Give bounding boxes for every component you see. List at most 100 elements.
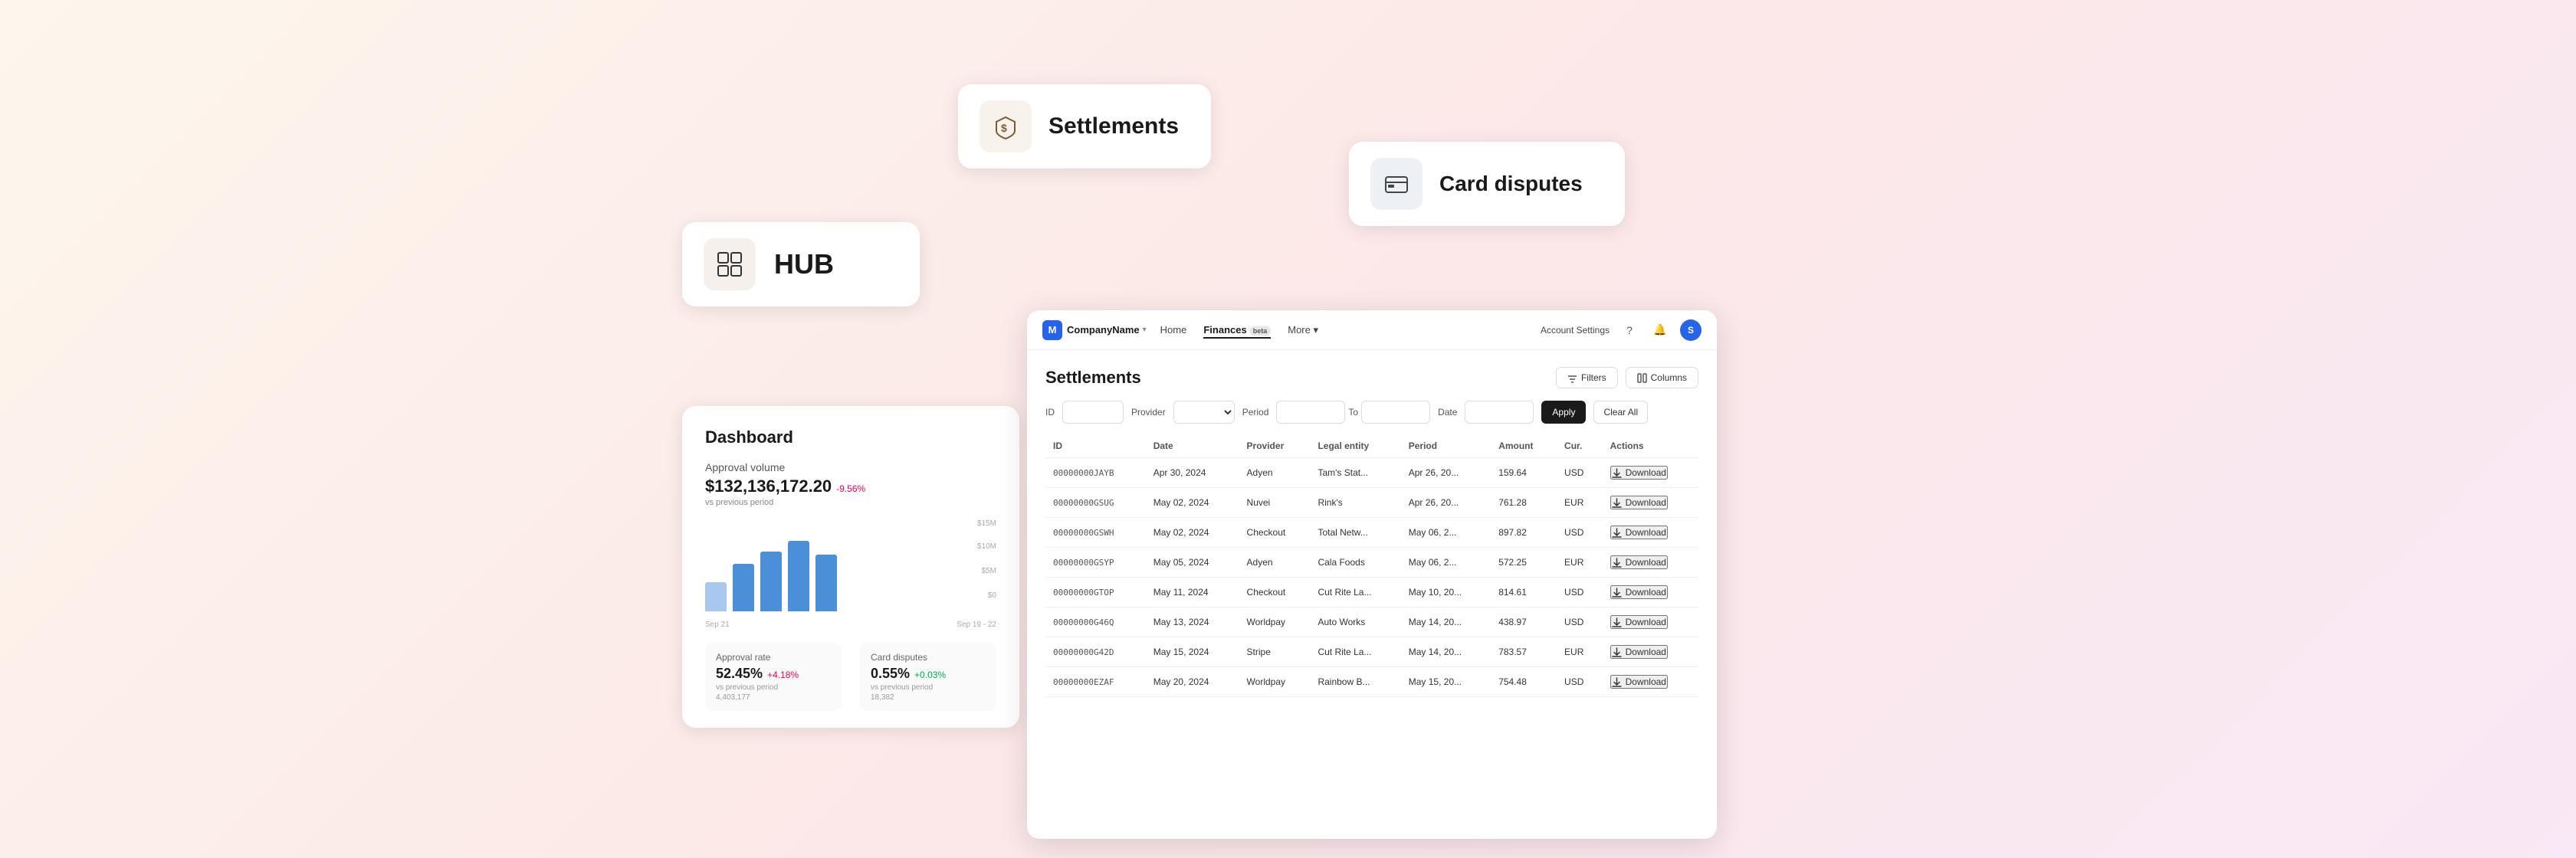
- download-button[interactable]: Download: [1610, 675, 1668, 689]
- columns-button[interactable]: Columns: [1626, 367, 1698, 388]
- download-icon: [1612, 588, 1622, 598]
- download-button[interactable]: Download: [1610, 645, 1668, 659]
- clear-button[interactable]: Clear All: [1593, 401, 1648, 424]
- settlements-table: ID Date Provider Legal entity Period Amo…: [1045, 434, 1698, 697]
- id-filter-input[interactable]: [1062, 401, 1124, 424]
- col-currency: Cur.: [1557, 434, 1603, 458]
- date-filter-label: Date: [1438, 407, 1457, 418]
- cell-id: 00000000GSUG: [1045, 488, 1146, 518]
- bar-chart: [705, 519, 996, 611]
- nav-home[interactable]: Home: [1160, 321, 1187, 339]
- cell-currency: EUR: [1557, 548, 1603, 578]
- account-settings-link[interactable]: Account Settings: [1541, 325, 1610, 336]
- cell-period: Apr 26, 20...: [1401, 488, 1491, 518]
- download-label: Download: [1626, 467, 1666, 478]
- disputes-feature-label: Card disputes: [1439, 172, 1583, 196]
- cell-provider: Adyen: [1239, 548, 1311, 578]
- period-end-input[interactable]: [1361, 401, 1430, 424]
- cell-amount: 159.64: [1491, 458, 1557, 488]
- cell-amount: 783.57: [1491, 637, 1557, 667]
- hub-card[interactable]: HUB: [682, 222, 920, 306]
- download-icon: [1612, 677, 1622, 687]
- cell-amount: 897.82: [1491, 518, 1557, 548]
- approval-rate-count: 4,403,177: [716, 693, 831, 702]
- table-row: 00000000JAYB Apr 30, 2024 Adyen Tam's St…: [1045, 458, 1698, 488]
- col-period: Period: [1401, 434, 1491, 458]
- cell-legal: Rainbow B...: [1310, 667, 1400, 697]
- cell-currency: EUR: [1557, 488, 1603, 518]
- cell-provider: Nuvei: [1239, 488, 1311, 518]
- cell-id: 00000000G46Q: [1045, 607, 1146, 637]
- download-button[interactable]: Download: [1610, 555, 1668, 569]
- date-filter-input[interactable]: [1465, 401, 1534, 424]
- bar-4: [788, 541, 809, 611]
- card-disputes-count: 18,382: [871, 693, 986, 702]
- bell-icon-btn[interactable]: 🔔: [1649, 319, 1671, 341]
- hub-icon-box: [704, 238, 756, 290]
- nav-finances[interactable]: Financesbeta: [1203, 321, 1271, 339]
- nav-logo: M: [1042, 320, 1062, 340]
- provider-filter-select[interactable]: [1173, 401, 1235, 424]
- table-row: 00000000GSUG May 02, 2024 Nuvei Rink's A…: [1045, 488, 1698, 518]
- table-row: 00000000GTOP May 11, 2024 Checkout Cut R…: [1045, 578, 1698, 607]
- cell-amount: 754.48: [1491, 667, 1557, 697]
- chart-x-labels: Sep 21 Sep 19 - 22: [705, 621, 996, 629]
- period-start-input[interactable]: [1276, 401, 1345, 424]
- download-label: Download: [1626, 676, 1666, 687]
- filter-icon: [1567, 373, 1577, 383]
- table-row: 00000000G46Q May 13, 2024 Worldpay Auto …: [1045, 607, 1698, 637]
- help-icon-btn[interactable]: ?: [1619, 319, 1640, 341]
- card-disputes-metric: Card disputes 0.55% +0.03% vs previous p…: [860, 643, 996, 711]
- cell-amount: 814.61: [1491, 578, 1557, 607]
- download-icon: [1612, 558, 1622, 568]
- dashboard-title: Dashboard: [705, 427, 996, 447]
- col-date: Date: [1146, 434, 1239, 458]
- settlements-icon: $: [991, 112, 1020, 141]
- cell-date: May 02, 2024: [1146, 518, 1239, 548]
- approval-rate-change: +4.18%: [767, 670, 799, 680]
- disputes-feature-card[interactable]: Card disputes: [1349, 142, 1625, 226]
- provider-filter-label: Provider: [1131, 407, 1166, 418]
- cell-legal: Cut Rite La...: [1310, 637, 1400, 667]
- download-icon: [1612, 647, 1622, 657]
- cell-action: Download: [1603, 548, 1698, 578]
- user-avatar[interactable]: S: [1680, 319, 1701, 341]
- period-to-label: To: [1348, 407, 1358, 418]
- finances-badge: beta: [1249, 326, 1272, 336]
- cell-amount: 438.97: [1491, 607, 1557, 637]
- approval-volume-sub: vs previous period: [705, 498, 996, 507]
- table-body: 00000000JAYB Apr 30, 2024 Adyen Tam's St…: [1045, 458, 1698, 697]
- svg-text:$: $: [1001, 122, 1007, 134]
- cell-id: 00000000GSWH: [1045, 518, 1146, 548]
- apply-button[interactable]: Apply: [1541, 401, 1586, 424]
- cell-action: Download: [1603, 518, 1698, 548]
- cell-action: Download: [1603, 607, 1698, 637]
- cell-id: 00000000JAYB: [1045, 458, 1146, 488]
- download-button[interactable]: Download: [1610, 526, 1668, 539]
- filters-label: Filters: [1581, 372, 1606, 383]
- cell-provider: Worldpay: [1239, 667, 1311, 697]
- cell-period: Apr 26, 20...: [1401, 458, 1491, 488]
- cell-provider: Worldpay: [1239, 607, 1311, 637]
- download-button[interactable]: Download: [1610, 615, 1668, 629]
- download-button[interactable]: Download: [1610, 496, 1668, 509]
- cell-amount: 572.25: [1491, 548, 1557, 578]
- nav-more[interactable]: More ▾: [1288, 321, 1318, 339]
- col-amount: Amount: [1491, 434, 1557, 458]
- bar-3: [760, 552, 782, 611]
- nav-company-name: CompanyName: [1067, 324, 1140, 336]
- cell-provider: Stripe: [1239, 637, 1311, 667]
- filters-button[interactable]: Filters: [1556, 367, 1618, 388]
- cell-currency: USD: [1557, 518, 1603, 548]
- download-button[interactable]: Download: [1610, 585, 1668, 599]
- download-button[interactable]: Download: [1610, 466, 1668, 480]
- cell-date: May 11, 2024: [1146, 578, 1239, 607]
- columns-label: Columns: [1651, 372, 1687, 383]
- page-content: Settlements Filters Columns: [1027, 350, 1717, 839]
- settlements-feature-card[interactable]: $ Settlements: [958, 84, 1211, 169]
- cell-date: May 13, 2024: [1146, 607, 1239, 637]
- cell-action: Download: [1603, 458, 1698, 488]
- col-legal: Legal entity: [1310, 434, 1400, 458]
- bar-5: [815, 555, 837, 611]
- table-row: 00000000GSWH May 02, 2024 Checkout Total…: [1045, 518, 1698, 548]
